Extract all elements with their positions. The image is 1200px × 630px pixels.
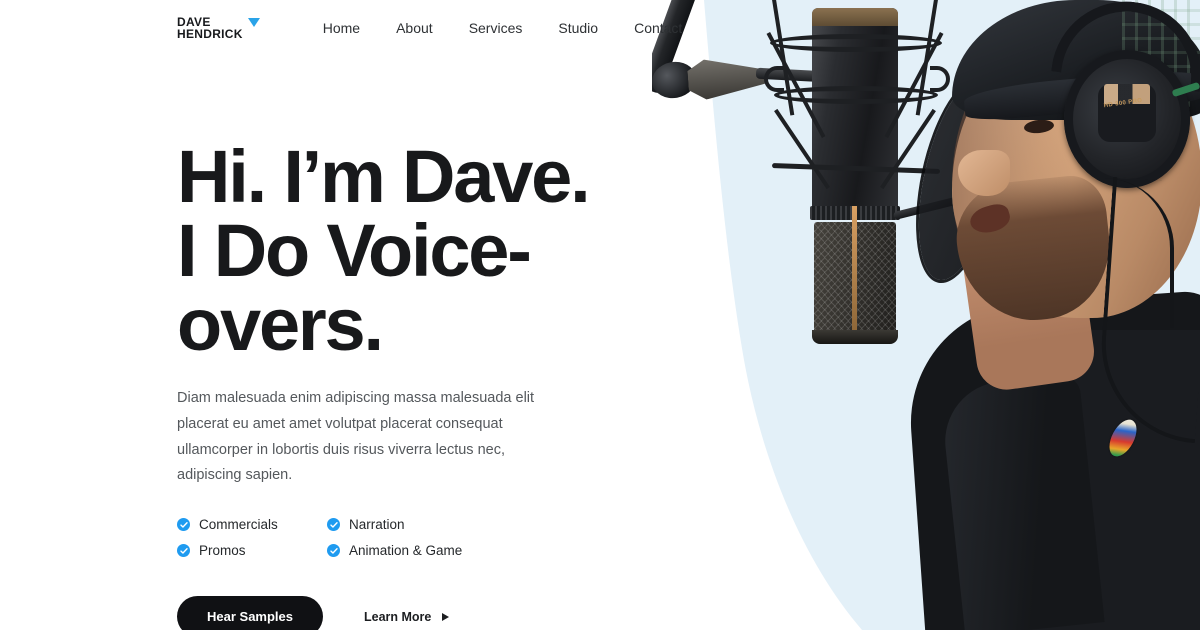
brand-logo-text: DAVE HENDRICK [177,14,243,41]
check-circle-icon [177,518,190,532]
service-item-label: Animation & Game [349,543,463,559]
nav-item-contact[interactable]: Contact [634,20,682,36]
play-triangle-icon [442,612,450,621]
check-circle-icon [327,518,340,532]
site-header: DAVE HENDRICK Home About Services Studio… [0,0,1200,56]
learn-more-label: Learn More [364,609,432,624]
microphone-base-cap [812,330,898,344]
hero-visual: HD 300 PRO [652,0,1200,630]
hear-samples-button[interactable]: Hear Samples [177,596,323,630]
service-item-animation-game: Animation & Game [327,543,717,558]
hero-paragraph: Diam malesuada enim adipiscing massa mal… [177,390,535,484]
triangle-down-icon [247,17,260,27]
brand-logo[interactable]: DAVE HENDRICK [177,16,260,40]
shock-mount-hook [930,66,950,92]
hero-content: Hi. I’m Dave. I Do Voice-overs. Diam mal… [177,140,717,630]
mic-clamp [687,55,768,100]
primary-navigation: Home About Services Studio Contact [323,20,683,36]
service-item-commercials: Commercials [177,517,327,532]
nav-item-home[interactable]: Home [323,20,360,36]
service-list: Commercials Narration Promos Animation &… [177,517,717,558]
nav-item-studio[interactable]: Studio [558,20,598,36]
check-circle-icon [177,544,190,558]
service-item-narration: Narration [327,517,717,532]
service-item-label: Promos [199,543,246,559]
shock-mount-strut [774,108,830,190]
hero-photo: HD 300 PRO [652,0,1200,630]
learn-more-link[interactable]: Learn More [364,609,450,624]
microphone-copper-strip [852,206,857,338]
hero-landing-page: HD 300 PRO DAVE HENDRICK Home About Serv… [0,0,1200,630]
subject-shirt-fold [939,373,1105,630]
check-circle-icon [327,544,340,558]
shock-mount-hook [764,66,784,92]
nav-item-services[interactable]: Services [469,20,523,36]
service-item-promos: Promos [177,543,327,558]
service-item-label: Narration [349,517,405,533]
service-item-label: Commercials [199,517,278,533]
page-title: Hi. I’m Dave. I Do Voice-overs. [177,135,591,366]
nav-item-about[interactable]: About [396,20,433,36]
shock-mount-base-bar [771,163,941,174]
hero-actions: Hear Samples Learn More [177,596,717,630]
